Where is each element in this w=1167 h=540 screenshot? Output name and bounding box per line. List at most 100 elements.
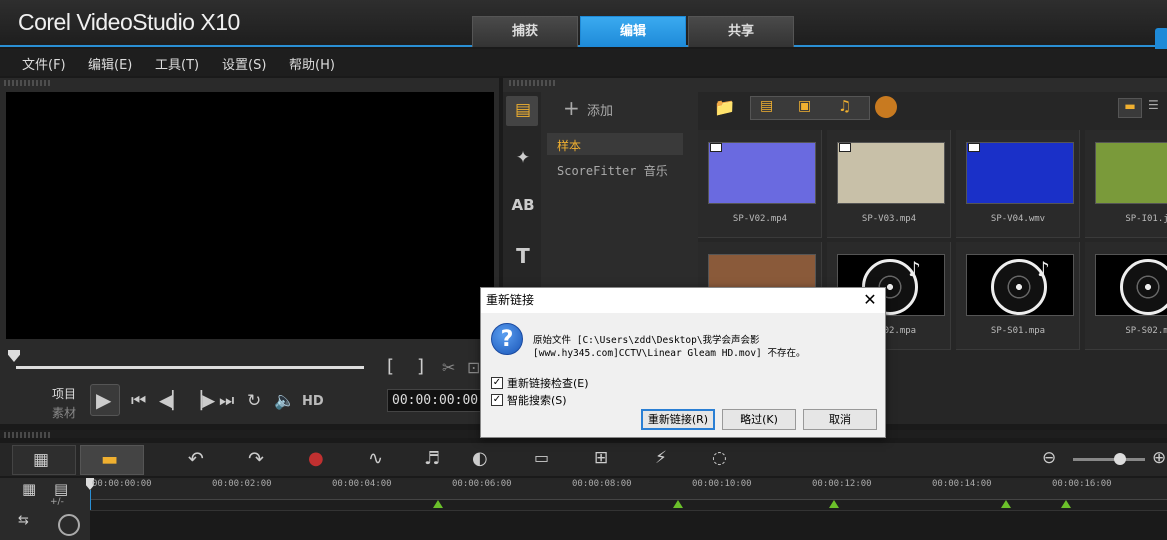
transition-icon[interactable]: ✦ xyxy=(510,148,536,170)
view-large-icon[interactable]: ▬ xyxy=(1118,98,1142,118)
tab-share[interactable]: 共享 xyxy=(688,16,794,47)
reel-icon[interactable] xyxy=(875,96,897,118)
zoom-slider-handle[interactable] xyxy=(1114,453,1126,465)
time-tick: 00:00:08:00 xyxy=(572,479,632,489)
time-remapping-icon[interactable]: ⚡ xyxy=(655,448,667,468)
filter-audio-icon[interactable]: ♫ xyxy=(838,97,851,115)
thumbnail-image xyxy=(966,142,1074,204)
title-bar: Corel VideoStudio X10 捕获 编辑 共享 xyxy=(0,0,1167,52)
folder-icon[interactable]: 📁 xyxy=(714,98,735,118)
thumbnail-label: SP-V02.mp4 xyxy=(732,214,788,224)
chapter-marker[interactable] xyxy=(829,500,839,508)
motion-tracking-icon[interactable]: ◐ xyxy=(472,448,488,469)
storyboard-view-button[interactable]: ▦ xyxy=(12,445,76,475)
auto-music-icon[interactable]: ♬ xyxy=(424,448,440,469)
panel-grip[interactable] xyxy=(4,80,52,86)
hd-label[interactable]: HD xyxy=(302,394,324,409)
timecode-field[interactable]: 00:00:00:00 xyxy=(387,389,485,412)
library-thumbnail[interactable]: SP-V04.wmv xyxy=(956,130,1080,238)
trim-start-button[interactable]: [ xyxy=(387,356,394,377)
title-icon[interactable]: T xyxy=(510,244,536,268)
zoom-in-icon[interactable]: ⊕ xyxy=(1152,448,1166,468)
zoom-out-icon[interactable]: ⊖ xyxy=(1042,448,1056,468)
add-label[interactable]: 添加 xyxy=(587,100,613,119)
media-library-icon[interactable]: ▤ xyxy=(510,100,536,122)
time-tick: 00:00:12:00 xyxy=(812,479,872,489)
menu-settings[interactable]: 设置(S) xyxy=(222,54,266,73)
music-note-icon: ♪ xyxy=(1037,257,1050,281)
subtitle-editor-icon[interactable]: ▭ xyxy=(534,448,549,467)
scrubber-handle[interactable] xyxy=(8,350,20,362)
fx-icon[interactable]: AB xyxy=(510,196,536,218)
audio-mixer-icon[interactable]: ∿ xyxy=(368,448,383,469)
thumbnail-image xyxy=(708,142,816,204)
chapter-marker[interactable] xyxy=(433,500,443,508)
chapter-marker[interactable] xyxy=(1061,500,1071,508)
repeat-icon[interactable]: ↻ xyxy=(247,391,261,411)
scissors-icon[interactable]: ✂ xyxy=(442,358,455,377)
timeline-toolbar: ▦ ▬ ↶ ↷ ● ∿ ♬ ◐ ▭ ⊞ ⚡ ◌ ⊖ ⊕ xyxy=(0,443,1167,476)
panel-grip[interactable] xyxy=(4,432,52,438)
storyboard-icon: ▦ xyxy=(33,450,50,470)
library-thumbnail[interactable]: ♪ SP-S01.mpa xyxy=(956,242,1080,350)
multi-camera-icon[interactable]: ⊞ xyxy=(594,448,608,468)
prev-frame-icon[interactable]: ◀▏ xyxy=(159,391,185,411)
volume-icon[interactable]: 🔈 xyxy=(274,391,295,411)
filter-photo-icon[interactable]: ▣ xyxy=(798,98,811,114)
relink-button[interactable]: 重新链接(R) xyxy=(641,409,715,430)
library-thumbnail[interactable]: ♪ SP-S02.m xyxy=(1085,242,1167,350)
tree-item-samples[interactable]: 样本 xyxy=(557,137,581,154)
video-track-icon[interactable]: ▦ xyxy=(22,480,36,498)
mask-creator-icon[interactable]: ◌ xyxy=(712,448,727,468)
film-reel-icon[interactable] xyxy=(58,514,80,536)
redo-icon[interactable]: ↷ xyxy=(248,448,264,470)
track-manager-icon[interactable]: ▤ xyxy=(54,480,68,498)
tree-item-scorefitter[interactable]: ScoreFitter 音乐 xyxy=(557,162,668,179)
next-frame-icon[interactable]: ▕▶ xyxy=(189,391,215,411)
relink-check-checkbox[interactable]: ✓ xyxy=(491,377,503,389)
project-mode-label[interactable]: 项目 xyxy=(52,385,76,402)
smart-search-checkbox[interactable]: ✓ xyxy=(491,394,503,406)
dialog-message-line2: [www.hy345.com]CCTV\Linear Gleam HD.mov]… xyxy=(533,348,806,359)
video-badge-icon xyxy=(710,143,722,152)
view-list-icon[interactable]: ☰ xyxy=(1148,98,1167,118)
smart-search-label[interactable]: 智能搜索(S) xyxy=(507,392,567,408)
app-logo: Corel VideoStudio X10 xyxy=(18,9,240,35)
end-icon[interactable]: ⏭ xyxy=(219,391,234,411)
thumbnail-label: SP-S01.mpa xyxy=(990,326,1046,336)
thumbnail-image xyxy=(837,142,945,204)
relink-check-label[interactable]: 重新链接检查(E) xyxy=(507,375,589,391)
menu-tools[interactable]: 工具(T) xyxy=(155,54,199,73)
tab-capture[interactable]: 捕获 xyxy=(472,16,578,47)
play-icon[interactable]: ▶ xyxy=(96,388,111,412)
record-icon[interactable]: ● xyxy=(308,448,324,469)
track-lock-icon[interactable]: ⇆ xyxy=(18,513,29,528)
menu-help[interactable]: 帮助(H) xyxy=(289,54,335,73)
thumbnail-label: SP-I01.j xyxy=(1125,214,1167,224)
menu-file[interactable]: 文件(F) xyxy=(22,54,66,73)
zoom-slider[interactable] xyxy=(1073,458,1145,461)
tab-edit[interactable]: 编辑 xyxy=(580,16,686,47)
panel-grip[interactable] xyxy=(509,80,557,86)
skip-button[interactable]: 略过(K) xyxy=(722,409,796,430)
add-remove-label[interactable]: +/- xyxy=(50,497,64,507)
video-track[interactable] xyxy=(90,510,1167,540)
filter-video-icon[interactable]: ▤ xyxy=(760,98,773,114)
chapter-marker[interactable] xyxy=(1001,500,1011,508)
close-icon[interactable]: ✕ xyxy=(859,290,881,310)
library-thumbnail[interactable]: SP-I01.j xyxy=(1085,130,1167,238)
add-icon[interactable]: + xyxy=(563,96,580,120)
timeline-view-button[interactable]: ▬ xyxy=(80,445,144,475)
menu-edit[interactable]: 编辑(E) xyxy=(88,54,132,73)
trim-end-button[interactable]: ] xyxy=(417,356,424,377)
chapter-marker[interactable] xyxy=(673,500,683,508)
scrub-bar[interactable] xyxy=(16,366,364,369)
dialog-message-line1: 原始文件 [C:\Users\zdd\Desktop\我学会声会影 xyxy=(533,335,760,346)
zoom-icon[interactable]: ⊡ xyxy=(467,358,480,377)
cancel-button[interactable]: 取消 xyxy=(803,409,877,430)
library-thumbnail[interactable]: SP-V03.mp4 xyxy=(827,130,951,238)
undo-icon[interactable]: ↶ xyxy=(188,448,204,470)
library-thumbnail[interactable]: SP-V02.mp4 xyxy=(698,130,822,238)
home-icon[interactable]: ⏮ xyxy=(131,391,146,411)
clip-mode-label[interactable]: 素材 xyxy=(52,404,76,421)
